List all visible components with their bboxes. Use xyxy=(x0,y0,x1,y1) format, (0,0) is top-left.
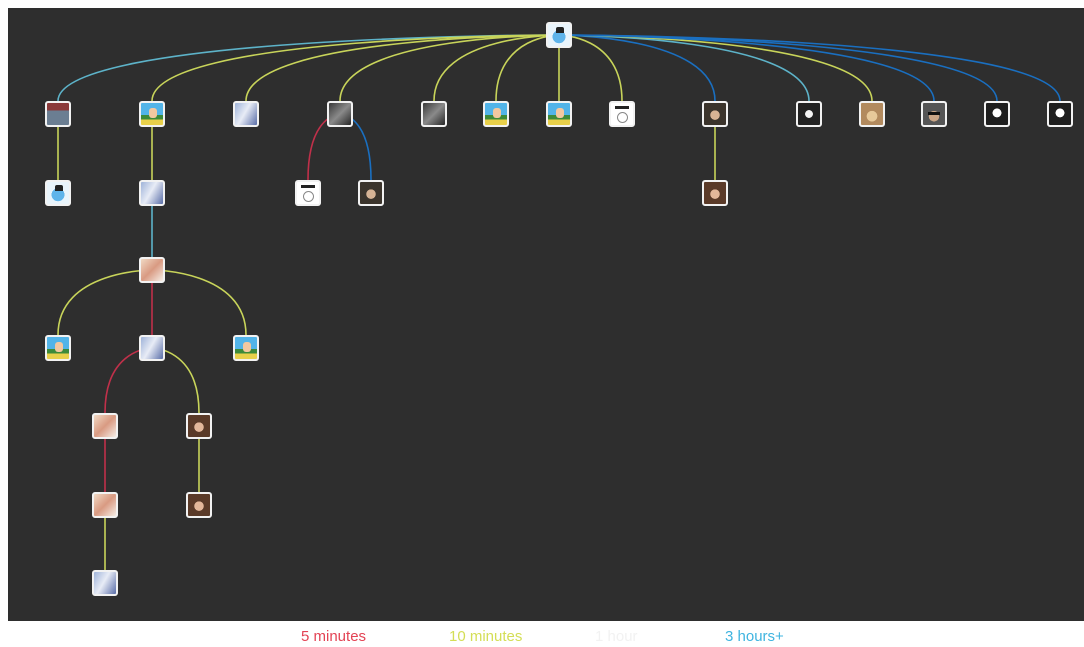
reply-edge-c1 xyxy=(57,34,560,102)
baby-avatar-icon xyxy=(861,103,883,125)
reply-avatar-c4a[interactable] xyxy=(295,180,321,206)
reply-avatar-c8[interactable] xyxy=(609,101,635,127)
reply-avatar-c9a[interactable] xyxy=(702,180,728,206)
reply-avatar-c2a1b2[interactable] xyxy=(186,413,212,439)
reply-avatar-c2a1c[interactable] xyxy=(233,335,259,361)
blur-avatar-icon xyxy=(235,103,257,125)
reply-avatar-c2a1a[interactable] xyxy=(45,335,71,361)
reply-tree-edges xyxy=(57,34,1061,570)
legend-title: Colors represent reply times: xyxy=(13,628,205,645)
cat-avatar-icon xyxy=(141,259,163,281)
reply-avatar-c1[interactable] xyxy=(45,101,71,127)
reply-avatar-c11[interactable] xyxy=(859,101,885,127)
reply-edge-c2 xyxy=(151,34,560,102)
reply-tree-canvas xyxy=(8,8,1084,621)
book-avatar-icon xyxy=(611,103,633,125)
legend-item-5-minutes: 5 minutes xyxy=(301,628,367,645)
reply-avatar-c2[interactable] xyxy=(139,101,165,127)
reply-avatar-c2a1b[interactable] xyxy=(139,335,165,361)
cartoon-avatar-icon xyxy=(548,103,570,125)
globe-avatar-icon xyxy=(47,182,69,204)
reply-avatar-c14[interactable] xyxy=(1047,101,1073,127)
legend-item-1-hour: 1 hour xyxy=(595,628,638,645)
globe-avatar-icon xyxy=(548,24,570,46)
reply-avatar-c10[interactable] xyxy=(796,101,822,127)
portrait-avatar-icon xyxy=(798,103,820,125)
cat-avatar-icon xyxy=(94,415,116,437)
reply-avatar-c12[interactable] xyxy=(921,101,947,127)
reply-avatar-c9[interactable] xyxy=(702,101,728,127)
blur-avatar-icon xyxy=(94,572,116,594)
shades-avatar-icon xyxy=(923,103,945,125)
bw-avatar-icon xyxy=(986,103,1008,125)
man-avatar-icon xyxy=(704,103,726,125)
legend-item-3-hours: 3 hours+ xyxy=(725,628,784,645)
cat-avatar-icon xyxy=(94,494,116,516)
cartoon-avatar-icon xyxy=(235,337,257,359)
book-avatar-icon xyxy=(297,182,319,204)
reply-avatar-c4[interactable] xyxy=(327,101,353,127)
cartoon-avatar-icon xyxy=(47,337,69,359)
reply-avatar-c2a1[interactable] xyxy=(139,257,165,283)
cartoon-avatar-icon xyxy=(485,103,507,125)
reply-edge-c14 xyxy=(558,34,1061,102)
legend-item-10-minutes: 10 minutes xyxy=(449,628,523,645)
reply-avatar-c2a1b1[interactable] xyxy=(92,413,118,439)
blur-avatar-icon xyxy=(141,182,163,204)
reply-avatar-c5[interactable] xyxy=(421,101,447,127)
reply-avatar-c2a[interactable] xyxy=(139,180,165,206)
reply-avatar-c2a1b2a[interactable] xyxy=(186,492,212,518)
reply-avatar-c2a1b1a[interactable] xyxy=(92,492,118,518)
dark-avatar-icon xyxy=(423,103,445,125)
man-avatar-icon xyxy=(360,182,382,204)
root-avatar[interactable] xyxy=(546,22,572,48)
reply-edge-c2a1a xyxy=(57,269,153,336)
woman-avatar-icon xyxy=(188,415,210,437)
blur-avatar-icon xyxy=(141,337,163,359)
reply-avatar-c1a[interactable] xyxy=(45,180,71,206)
reply-edge-c4 xyxy=(339,34,560,102)
reply-avatar-c2a1b1a1[interactable] xyxy=(92,570,118,596)
reply-edge-c2a1c xyxy=(151,269,247,336)
reply-avatar-c3[interactable] xyxy=(233,101,259,127)
woman-avatar-icon xyxy=(704,182,726,204)
reply-avatar-c6[interactable] xyxy=(483,101,509,127)
dark-avatar-icon xyxy=(329,103,351,125)
reply-avatar-c4b[interactable] xyxy=(358,180,384,206)
cartoon-avatar-icon xyxy=(141,103,163,125)
bw-avatar-icon xyxy=(1049,103,1071,125)
reply-avatar-c13[interactable] xyxy=(984,101,1010,127)
redcap-avatar-icon xyxy=(47,103,69,125)
reply-avatar-c7[interactable] xyxy=(546,101,572,127)
woman-avatar-icon xyxy=(188,494,210,516)
